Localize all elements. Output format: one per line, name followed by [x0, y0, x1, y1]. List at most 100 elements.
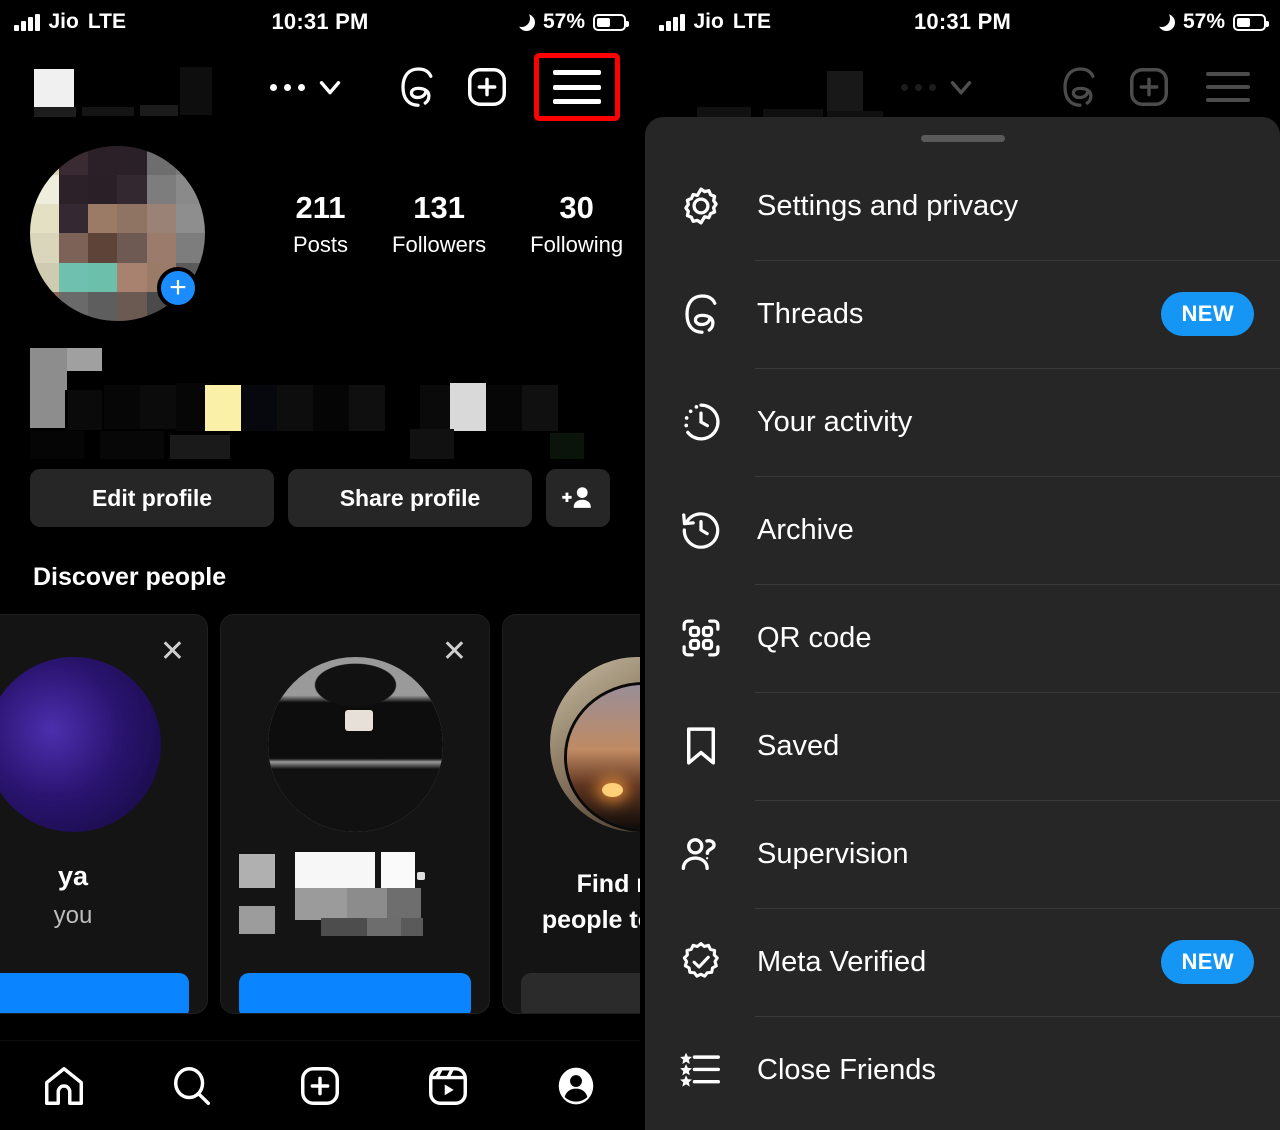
close-icon[interactable]: ✕ — [442, 637, 467, 667]
moon-icon — [1152, 9, 1175, 31]
home-icon[interactable] — [28, 1056, 100, 1116]
menu-item-label: Settings and privacy — [757, 189, 1019, 222]
discover-avatar — [267, 657, 443, 832]
menu-item-meta-verified[interactable]: Meta Verified NEW — [645, 908, 1280, 1016]
create-plus-icon[interactable] — [284, 1056, 356, 1116]
profile-action-buttons: Edit profile Share profile — [0, 469, 640, 527]
profile-header: + 211 Posts 131 Followers 30 Following — [0, 130, 640, 321]
close-icon[interactable]: ✕ — [160, 637, 185, 667]
discover-follow-button[interactable] — [0, 973, 189, 1013]
threads-icon[interactable] — [394, 64, 440, 110]
discover-card-name-redacted — [221, 850, 489, 940]
menu-bottom-sheet: Settings and privacy Threads NEW Your ac… — [645, 117, 1280, 1130]
left-phone-screen: Jio LTE 10:31 PM 57% + 211 Posts 131 Fol… — [0, 0, 640, 1130]
menu-item-saved[interactable]: Saved — [645, 692, 1280, 800]
stat-value: 211 — [295, 190, 346, 225]
screenshot-root: Jio LTE 10:31 PM 57% + 211 Posts 131 Fol… — [0, 0, 1280, 1130]
right-phone-screen: Jio LTE 10:31 PM 57% Settings and privac… — [645, 0, 1280, 1130]
find-more-subtitle: people to follow — [541, 905, 640, 934]
discover-avatar — [0, 657, 161, 832]
menu-item-threads[interactable]: Threads NEW — [645, 260, 1280, 368]
chevron-down-icon[interactable] — [313, 70, 347, 104]
discover-card-subtitle: you — [53, 902, 93, 930]
menu-item-label: Saved — [757, 729, 840, 762]
discover-card-name: ya — [57, 861, 89, 891]
discover-people-carousel[interactable]: ✕ ya you ✕ Find people t — [0, 592, 640, 1014]
carrier-label: Jio — [693, 10, 724, 33]
add-person-icon — [562, 487, 591, 508]
activity-clock-icon — [673, 399, 729, 445]
bookmark-icon — [673, 723, 729, 769]
threads-icon — [1056, 64, 1102, 110]
drag-handle[interactable] — [920, 135, 1005, 142]
threads-icon — [673, 291, 729, 337]
username-redacted[interactable] — [22, 61, 222, 117]
menu-item-your-activity[interactable]: Your activity — [645, 368, 1280, 476]
battery-icon — [593, 13, 629, 31]
menu-item-label: Meta Verified — [757, 945, 927, 978]
stat-following[interactable]: 30 Following — [508, 190, 640, 258]
stat-posts[interactable]: 211 Posts — [271, 190, 370, 258]
avatar[interactable]: + — [30, 146, 205, 321]
stat-followers[interactable]: 131 Followers — [370, 190, 508, 258]
profile-stats: 211 Posts 131 Followers 30 Following — [271, 146, 640, 258]
network-type-label: LTE — [87, 10, 126, 33]
plus-square-icon — [1126, 64, 1172, 110]
plus-icon[interactable]: + — [157, 267, 199, 309]
stat-label: Followers — [392, 231, 487, 257]
menu-item-label: Supervision — [757, 837, 909, 870]
edit-profile-button[interactable]: Edit profile — [30, 469, 274, 527]
see-all-button[interactable] — [521, 973, 640, 1013]
plus-square-icon[interactable] — [464, 64, 510, 110]
menu-item-label: QR code — [757, 621, 872, 654]
close-friends-list-icon — [673, 1047, 729, 1093]
menu-item-label: Threads — [757, 297, 864, 330]
profile-bio-redacted — [0, 343, 640, 463]
ellipsis-icon — [901, 83, 936, 91]
stat-value: 131 — [413, 190, 465, 225]
hamburger-menu-icon — [1196, 60, 1260, 114]
status-right-group: 57% — [1152, 9, 1269, 34]
menu-item-archive[interactable]: Archive — [645, 476, 1280, 584]
new-badge: NEW — [1161, 940, 1254, 984]
new-badge: NEW — [1161, 292, 1254, 336]
stat-value: 30 — [559, 190, 594, 225]
top-nav-actions — [394, 53, 620, 121]
battery-icon — [1233, 13, 1269, 31]
search-icon[interactable] — [156, 1056, 228, 1116]
network-type-label: LTE — [732, 10, 771, 33]
gear-icon — [673, 183, 729, 229]
moon-icon — [512, 9, 535, 31]
bottom-tab-bar — [0, 1040, 640, 1130]
battery-percent-label: 57% — [542, 10, 585, 33]
verified-badge-icon — [673, 939, 729, 985]
discover-card-find-more[interactable]: Find more people to follow — [502, 614, 640, 1014]
discover-follow-button[interactable] — [239, 973, 471, 1013]
profile-top-nav — [0, 44, 640, 130]
signal-bars-icon — [659, 13, 685, 31]
qr-code-icon — [673, 615, 729, 661]
stat-label: Posts — [293, 231, 349, 257]
menu-item-supervision[interactable]: Supervision — [645, 800, 1280, 908]
carrier-label: Jio — [48, 10, 79, 33]
archive-clock-icon — [673, 507, 729, 553]
find-more-title: Find more — [576, 870, 640, 898]
ellipsis-icon[interactable] — [270, 83, 305, 91]
share-profile-button[interactable]: Share profile — [288, 469, 532, 527]
username-redacted — [667, 61, 883, 121]
menu-item-label: Archive — [757, 513, 854, 546]
hamburger-menu-icon[interactable] — [534, 53, 620, 121]
stat-label: Following — [530, 231, 624, 257]
menu-item-qr-code[interactable]: QR code — [645, 584, 1280, 692]
discover-card[interactable]: ✕ ya you — [0, 614, 208, 1014]
status-bar-left: Jio LTE 10:31 PM 57% — [0, 0, 640, 44]
discover-people-title: Discover people — [33, 563, 227, 591]
reels-icon[interactable] — [412, 1056, 484, 1116]
menu-item-settings-and-privacy[interactable]: Settings and privacy — [645, 152, 1280, 260]
discover-card[interactable]: ✕ — [220, 614, 490, 1014]
profile-icon[interactable] — [540, 1056, 612, 1116]
status-bar-right: Jio LTE 10:31 PM 57% — [645, 0, 1280, 44]
add-person-button[interactable] — [546, 469, 610, 527]
status-right-group: 57% — [512, 9, 629, 34]
menu-item-close-friends[interactable]: Close Friends — [645, 1016, 1280, 1124]
